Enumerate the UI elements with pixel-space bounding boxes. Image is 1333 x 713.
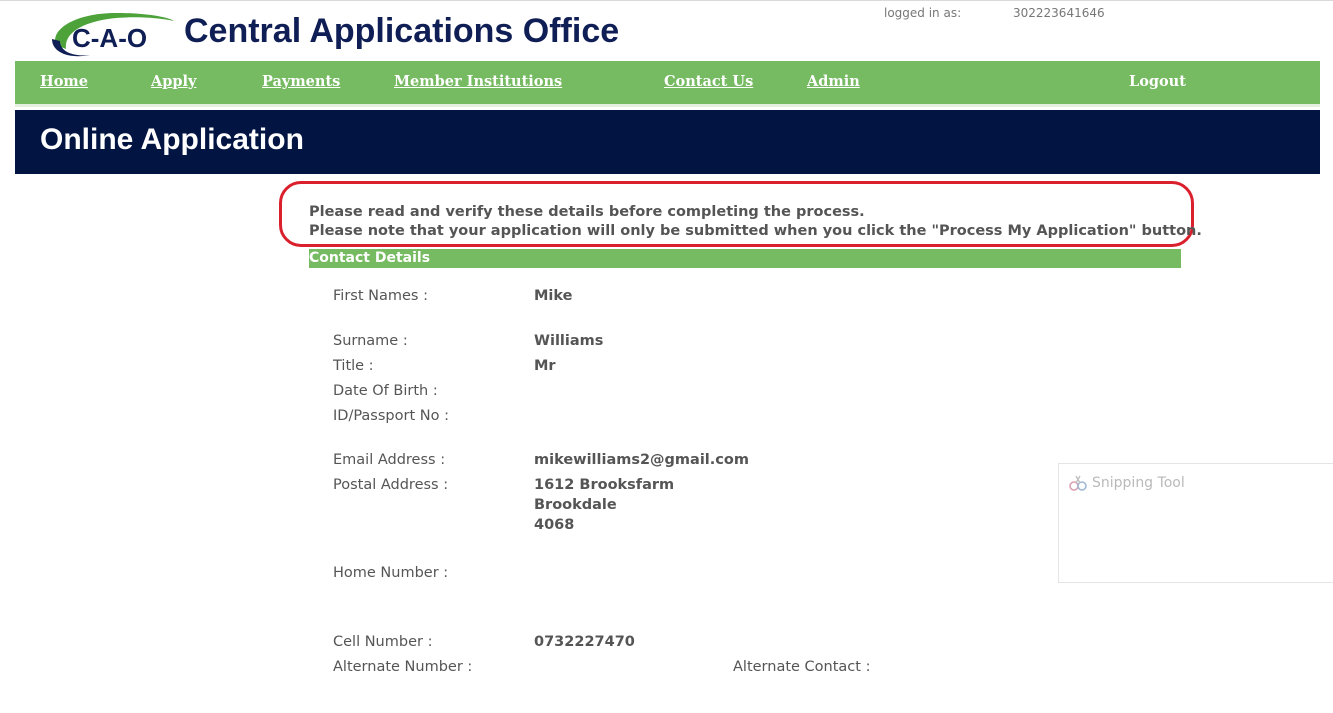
snipping-tool-icon bbox=[1069, 475, 1087, 491]
email-value: mikewilliams2@gmail.com bbox=[534, 452, 749, 468]
snipping-tool-title: Snipping Tool bbox=[1092, 475, 1185, 491]
postal-address-line-3: 4068 bbox=[534, 517, 575, 533]
notice-line-2: Please note that your application will o… bbox=[309, 223, 1202, 239]
alternate-contact-label: Alternate Contact : bbox=[733, 659, 871, 675]
snipping-tool-window[interactable]: Snipping Tool bbox=[1058, 463, 1333, 583]
nav-admin-link[interactable]: Admin bbox=[807, 73, 860, 90]
first-names-value: Mike bbox=[534, 288, 573, 304]
alternate-number-label: Alternate Number : bbox=[333, 659, 473, 675]
first-names-label: First Names : bbox=[333, 288, 428, 304]
surname-value: Williams bbox=[534, 333, 604, 349]
nav-home-link[interactable]: Home bbox=[40, 73, 88, 90]
login-label: logged in as: bbox=[884, 6, 962, 20]
nav-contact-us-link[interactable]: Contact Us bbox=[664, 73, 753, 90]
cell-number-label: Cell Number : bbox=[333, 634, 433, 650]
cell-number-value: 0732227470 bbox=[534, 634, 635, 650]
nav-logout-link[interactable]: Logout bbox=[1129, 73, 1186, 90]
dob-label: Date Of Birth : bbox=[333, 383, 438, 399]
top-border bbox=[0, 0, 1333, 5]
postal-address-line-1: 1612 Brooksfarm bbox=[534, 477, 675, 493]
page-banner: Online Application bbox=[15, 110, 1320, 174]
cao-logo: C-A-O bbox=[52, 13, 174, 57]
title-label: Title : bbox=[333, 358, 374, 374]
id-passport-label: ID/Passport No : bbox=[333, 408, 449, 424]
home-number-label: Home Number : bbox=[333, 565, 449, 581]
nav-payments-link[interactable]: Payments bbox=[262, 73, 340, 90]
postal-address-line-2: Brookdale bbox=[534, 497, 617, 513]
nav-member-institutions-link[interactable]: Member Institutions bbox=[394, 73, 562, 90]
nav-apply-link[interactable]: Apply bbox=[151, 73, 196, 90]
contact-details-header: Contact Details bbox=[309, 249, 1181, 268]
page-title: Online Application bbox=[40, 123, 304, 156]
main-navbar: Home Apply Payments Member Institutions … bbox=[15, 61, 1320, 107]
contact-details-title: Contact Details bbox=[309, 250, 431, 266]
site-title: Central Applications Office bbox=[184, 12, 620, 50]
title-value: Mr bbox=[534, 358, 556, 374]
notice-line-1: Please read and verify these details bef… bbox=[309, 204, 865, 220]
svg-text:C-A-O: C-A-O bbox=[72, 23, 147, 53]
email-label: Email Address : bbox=[333, 452, 446, 468]
login-id: 302223641646 bbox=[1013, 6, 1105, 20]
postal-address-label: Postal Address : bbox=[333, 477, 449, 493]
surname-label: Surname : bbox=[333, 333, 408, 349]
